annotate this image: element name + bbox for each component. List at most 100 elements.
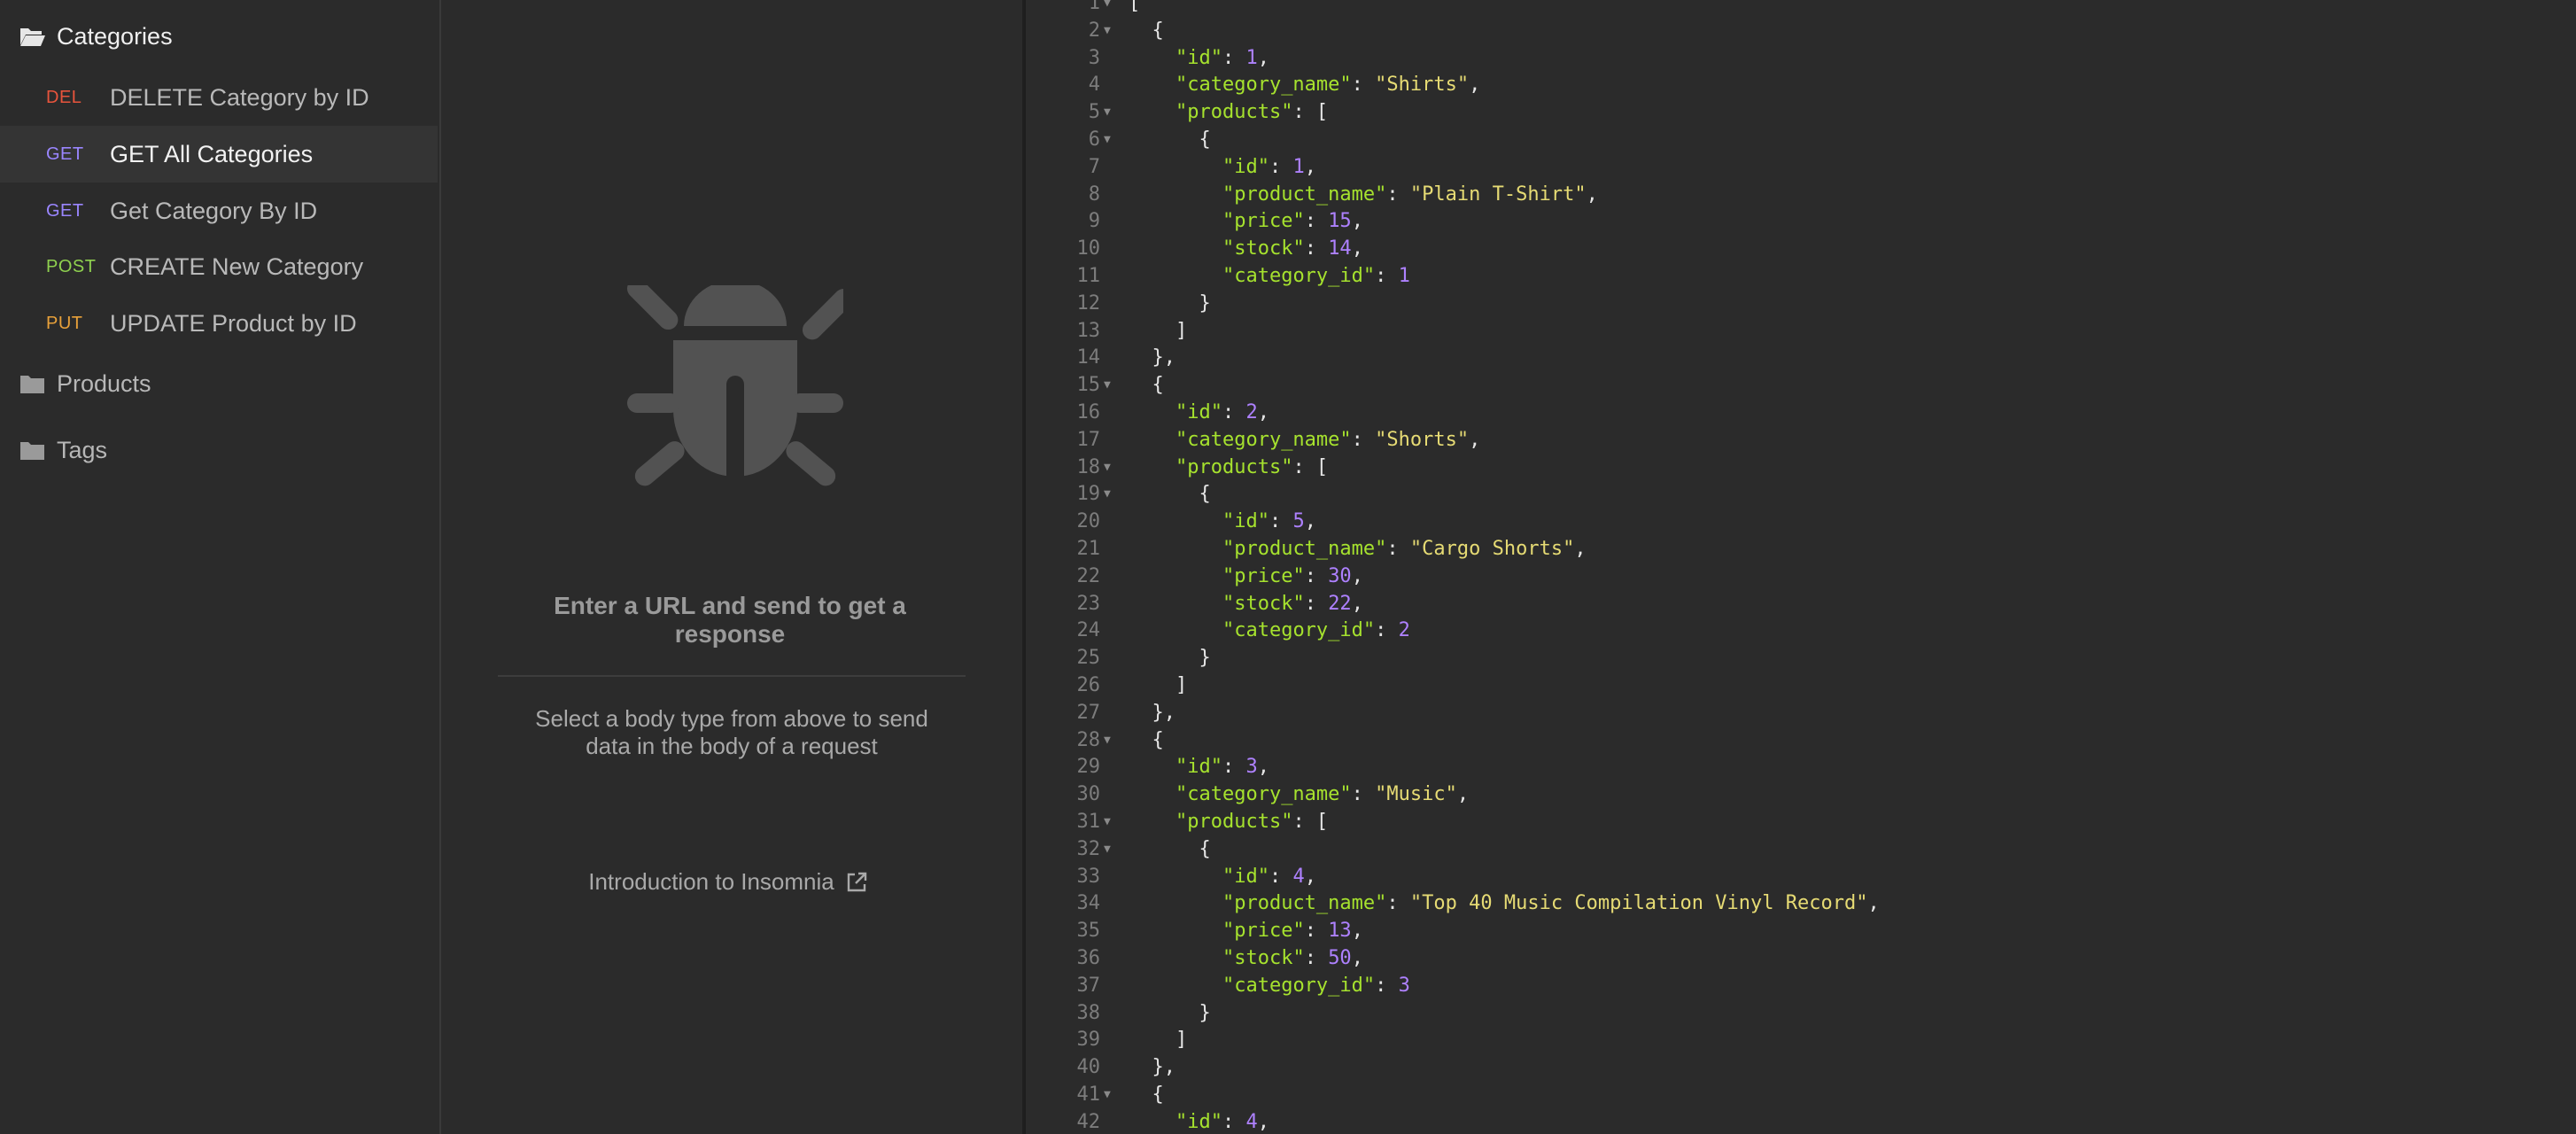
- code-text: }: [1129, 647, 1211, 670]
- code-line: 24 "category_id": 2: [1026, 617, 2576, 645]
- code-text: "category_name": "Shorts",: [1175, 428, 1481, 451]
- folder-categories[interactable]: Categories: [19, 16, 173, 57]
- line-number: 22: [1076, 564, 1101, 587]
- line-number: 41: [1076, 1084, 1101, 1106]
- line-number: 29: [1076, 756, 1101, 779]
- code-line: 19 ▼ {: [1026, 481, 2576, 509]
- code-text: ]: [1129, 674, 1188, 696]
- code-line: 2 ▼ {: [1026, 18, 2576, 45]
- code-text: "id": 1,: [1175, 46, 1269, 69]
- code-line: 13 ]: [1026, 318, 2576, 346]
- code-text: },: [1129, 346, 1175, 369]
- code-text: "category_name": "Music",: [1175, 783, 1470, 806]
- fold-arrow-icon[interactable]: ▼: [1104, 18, 1116, 45]
- request-item-create-category[interactable]: POST CREATE New Category: [0, 238, 438, 295]
- code-text: {: [1129, 483, 1211, 506]
- code-text: "products": [: [1175, 811, 1329, 833]
- code-text: "product_name": "Top 40 Music Compilatio…: [1222, 892, 1880, 915]
- request-item-delete-category[interactable]: DEL DELETE Category by ID: [0, 69, 438, 126]
- line-number: 37: [1076, 974, 1101, 997]
- code-text: "id": 3,: [1175, 756, 1269, 779]
- code-line: 17 "category_name": "Shorts",: [1026, 427, 2576, 454]
- line-number: 13: [1076, 319, 1101, 342]
- response-body-viewer[interactable]: 1 ▼[2 ▼ {3 "id": 1, 4 "category_name": "Shi…: [1024, 0, 2576, 1134]
- line-number: 34: [1076, 892, 1101, 915]
- request-item-update-product[interactable]: PUT UPDATE Product by ID: [0, 295, 438, 352]
- code-line: 9 "price": 15,: [1026, 208, 2576, 236]
- line-number: 28: [1076, 728, 1101, 751]
- request-item-get-all-categories[interactable]: GET GET All Categories: [0, 126, 438, 183]
- fold-arrow-icon[interactable]: ▼: [1104, 836, 1116, 864]
- folder-label: Tags: [57, 436, 108, 463]
- code-line: 6 ▼ {: [1026, 127, 2576, 154]
- fold-arrow-icon[interactable]: ▼: [1104, 727, 1116, 755]
- request-label: Get Category By ID: [110, 197, 318, 224]
- line-number: 25: [1076, 647, 1101, 670]
- line-number: 10: [1076, 237, 1101, 260]
- code-text: "id": 4,: [1222, 865, 1316, 888]
- code-text: "category_name": "Shirts",: [1175, 74, 1481, 97]
- fold-arrow-icon[interactable]: ▼: [1104, 809, 1116, 836]
- folder-products[interactable]: Products: [19, 363, 151, 404]
- request-item-get-category-by-id[interactable]: GET Get Category By ID: [0, 183, 438, 239]
- line-number: 11: [1076, 265, 1101, 287]
- request-label: GET All Categories: [110, 140, 314, 167]
- line-number: 15: [1076, 374, 1101, 397]
- code-text: {: [1129, 728, 1164, 751]
- code-line: 4 "category_name": "Shirts",: [1026, 72, 2576, 99]
- fold-arrow-icon[interactable]: ▼: [1104, 0, 1116, 18]
- line-number: 40: [1076, 1056, 1101, 1079]
- fold-arrow-icon[interactable]: ▼: [1104, 99, 1116, 127]
- intro-link-label: Introduction to Insomnia: [588, 868, 834, 895]
- code-line: 12 }: [1026, 291, 2576, 318]
- request-label: CREATE New Category: [110, 252, 364, 280]
- fold-arrow-icon[interactable]: ▼: [1104, 454, 1116, 482]
- code-text: "id": 1,: [1222, 155, 1316, 178]
- request-label: UPDATE Product by ID: [110, 309, 357, 337]
- line-number: 42: [1076, 1110, 1101, 1133]
- code-text: "products": [: [1175, 101, 1329, 124]
- line-number: 1: [1088, 0, 1100, 14]
- code-text: "id": 2,: [1175, 401, 1269, 423]
- method-badge: GET: [46, 200, 84, 221]
- fold-arrow-icon[interactable]: ▼: [1104, 1082, 1116, 1109]
- bug-icon: [627, 285, 843, 489]
- folder-tags[interactable]: Tags: [19, 430, 107, 470]
- code-text: "price": 30,: [1222, 564, 1363, 587]
- code-text: {: [1129, 128, 1211, 151]
- line-number: 4: [1088, 74, 1100, 97]
- code-line: 33 "id": 4,: [1026, 864, 2576, 891]
- sidebar: Categories DEL DELETE Category by ID GET…: [0, 0, 441, 1134]
- code-line: 16 "id": 2,: [1026, 400, 2576, 427]
- method-badge: PUT: [46, 313, 83, 333]
- method-badge: DEL: [46, 87, 82, 107]
- code-text: "price": 15,: [1222, 210, 1363, 233]
- line-number: 8: [1088, 183, 1100, 206]
- line-number: 14: [1076, 346, 1101, 369]
- fold-arrow-icon[interactable]: ▼: [1104, 481, 1116, 509]
- code-line: 41 ▼ {: [1026, 1082, 2576, 1109]
- code-line: 26 ]: [1026, 672, 2576, 700]
- line-number: 24: [1076, 619, 1101, 642]
- folder-icon: [20, 442, 44, 460]
- folder-open-icon: [20, 28, 45, 46]
- code-line: 42 "id": 4,: [1026, 1109, 2576, 1134]
- code-line: 40 },: [1026, 1054, 2576, 1082]
- code-line: 14 },: [1026, 345, 2576, 372]
- line-number: 12: [1076, 291, 1101, 315]
- code-text: "product_name": "Cargo Shorts",: [1222, 538, 1587, 560]
- code-line: 8 "product_name": "Plain T-Shirt",: [1026, 182, 2576, 209]
- intro-to-insomnia-link[interactable]: Introduction to Insomnia: [494, 868, 962, 896]
- folder-label: Products: [57, 369, 151, 397]
- line-number: 2: [1088, 19, 1100, 42]
- code-line: 28 ▼ {: [1026, 727, 2576, 755]
- code-line: 5 ▼ "products": [: [1026, 99, 2576, 127]
- code-line: 32 ▼ {: [1026, 836, 2576, 864]
- fold-arrow-icon[interactable]: ▼: [1104, 372, 1116, 400]
- line-number: 31: [1076, 811, 1101, 833]
- line-number: 33: [1076, 865, 1101, 888]
- code-line: 30 "category_name": "Music",: [1026, 781, 2576, 809]
- fold-arrow-icon[interactable]: ▼: [1104, 127, 1116, 154]
- code-line: 35 "price": 13,: [1026, 918, 2576, 945]
- code-line: 23 "stock": 22,: [1026, 591, 2576, 618]
